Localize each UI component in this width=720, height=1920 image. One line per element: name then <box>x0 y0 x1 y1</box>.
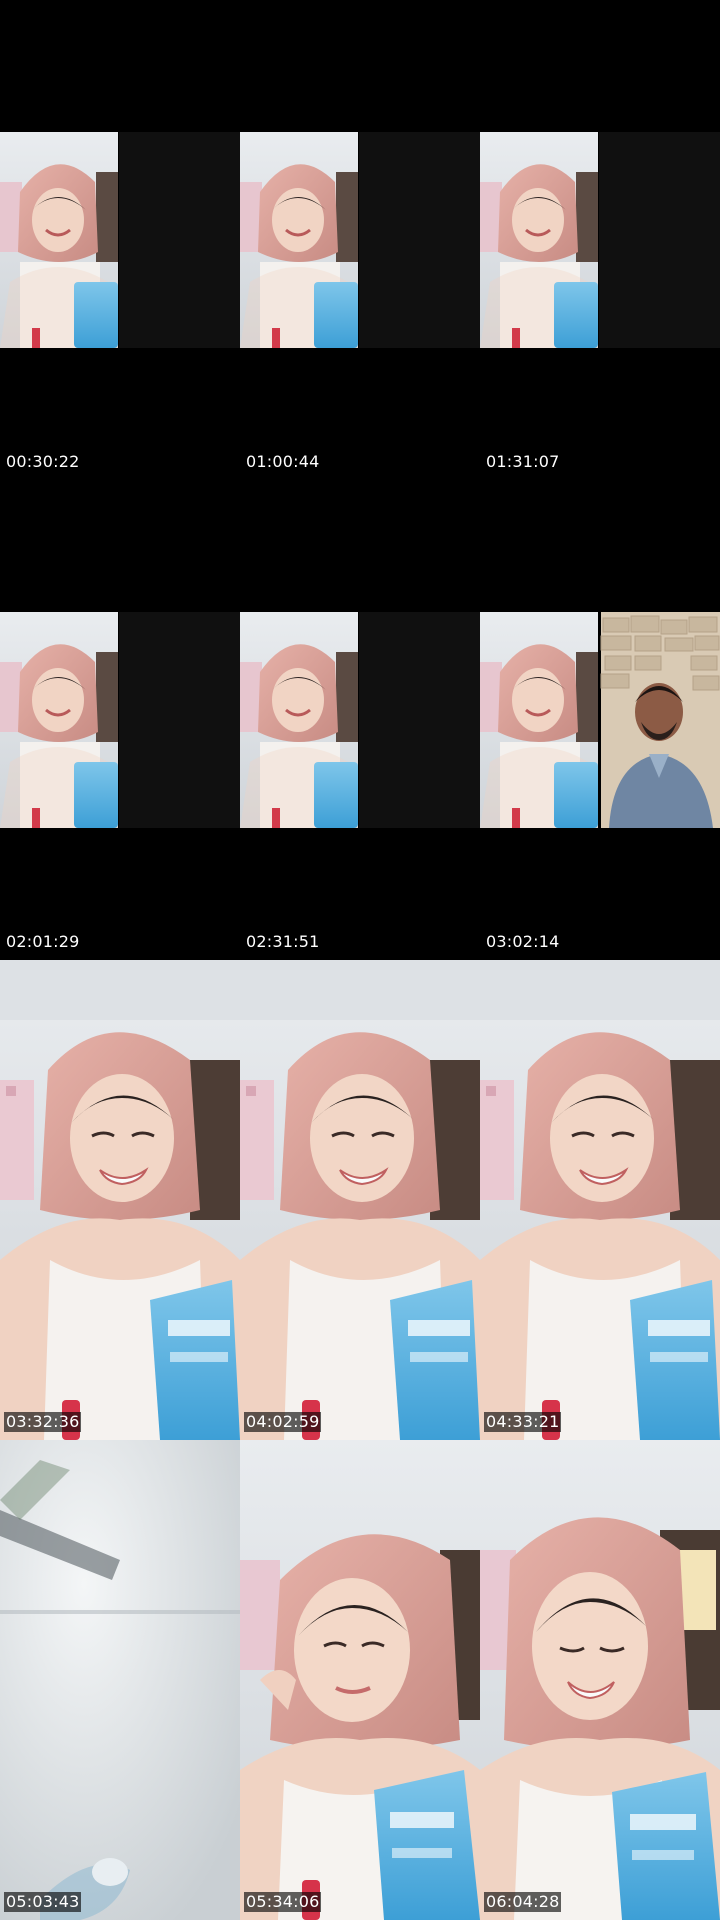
frame-thumbnail[interactable]: 03:02:14 <box>480 480 720 960</box>
frame-thumbnail[interactable]: 00:30:22 <box>0 0 240 480</box>
frame-thumbnail[interactable]: 05:03:43 <box>0 1440 240 1920</box>
frame-timestamp: 05:34:06 <box>244 1892 322 1912</box>
frame-timestamp: 04:33:21 <box>484 1412 562 1432</box>
frame-thumbnail[interactable]: 02:31:51 <box>240 480 480 960</box>
frame-timestamp: 00:30:22 <box>6 452 80 471</box>
frame-thumbnail[interactable]: 05:34:06 <box>240 1440 480 1920</box>
call-frame-image <box>480 0 720 480</box>
woman-frame-image <box>480 1440 720 1920</box>
call-frame-image <box>0 0 240 480</box>
woman-frame-image <box>480 960 720 1440</box>
frame-thumbnail[interactable]: 01:00:44 <box>240 0 480 480</box>
frame-timestamp: 01:00:44 <box>246 452 320 471</box>
frame-thumbnail[interactable]: 04:33:21 <box>480 960 720 1440</box>
call-frame-image <box>0 480 240 960</box>
call-frame-image <box>240 480 480 960</box>
frame-timestamp: 02:31:51 <box>246 932 320 951</box>
woman-frame-image <box>0 960 240 1440</box>
frame-thumbnail[interactable]: 01:31:07 <box>480 0 720 480</box>
call-frame-image <box>480 480 720 960</box>
frame-timestamp: 03:32:36 <box>4 1412 82 1432</box>
frame-timestamp: 03:02:14 <box>486 932 560 951</box>
woman-frame-image <box>240 960 480 1440</box>
frame-timestamp: 02:01:29 <box>6 932 80 951</box>
thumbnail-grid: 00:30:22 01:00:44 01:31:07 02:01:29 02:3… <box>0 0 720 1920</box>
call-frame-image <box>240 0 480 480</box>
frame-timestamp: 06:04:28 <box>484 1892 562 1912</box>
frame-thumbnail[interactable]: 04:02:59 <box>240 960 480 1440</box>
frame-timestamp: 01:31:07 <box>486 452 560 471</box>
blurred-frame-image <box>0 1440 240 1920</box>
frame-timestamp: 04:02:59 <box>244 1412 322 1432</box>
woman-frame-image <box>240 1440 480 1920</box>
frame-thumbnail[interactable]: 03:32:36 <box>0 960 240 1440</box>
frame-timestamp: 05:03:43 <box>4 1892 82 1912</box>
frame-thumbnail[interactable]: 06:04:28 <box>480 1440 720 1920</box>
frame-thumbnail[interactable]: 02:01:29 <box>0 480 240 960</box>
